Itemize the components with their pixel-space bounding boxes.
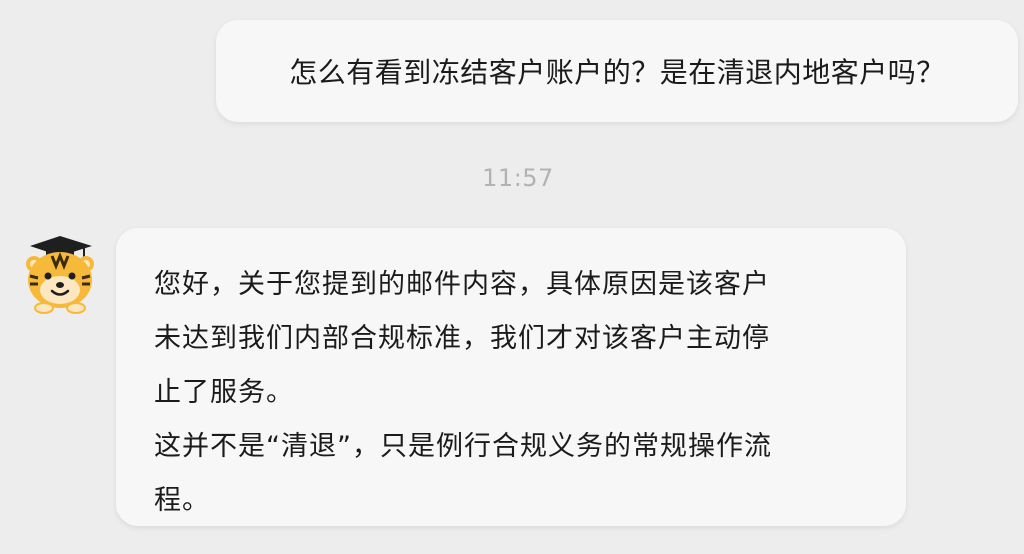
incoming-message-line: 这并不是“清退”，只是例行合规义务的常规操作流: [154, 431, 772, 462]
tiger-graduate-avatar-icon[interactable]: [22, 228, 100, 314]
incoming-message-line: 止了服务。: [154, 377, 294, 408]
incoming-message-line: 程。: [154, 485, 210, 516]
outgoing-message-bubble[interactable]: 怎么有看到冻结客户账户的？是在清退内地客户吗？: [216, 20, 1018, 122]
message-timestamp: 11:57: [482, 164, 554, 192]
chat-view: 怎么有看到冻结客户账户的？是在清退内地客户吗？ 11:57 您好，关于您提到的邮…: [0, 0, 1024, 554]
incoming-message-line: 未达到我们内部合规标准，我们才对该客户主动停: [154, 323, 770, 354]
incoming-message-bubble[interactable]: 您好，关于您提到的邮件内容，具体原因是该客户 未达到我们内部合规标准，我们才对该…: [116, 228, 906, 526]
outgoing-message-text: 怎么有看到冻结客户账户的？是在清退内地客户吗？: [289, 56, 945, 89]
incoming-message-line: 您好，关于您提到的邮件内容，具体原因是该客户: [154, 269, 770, 300]
